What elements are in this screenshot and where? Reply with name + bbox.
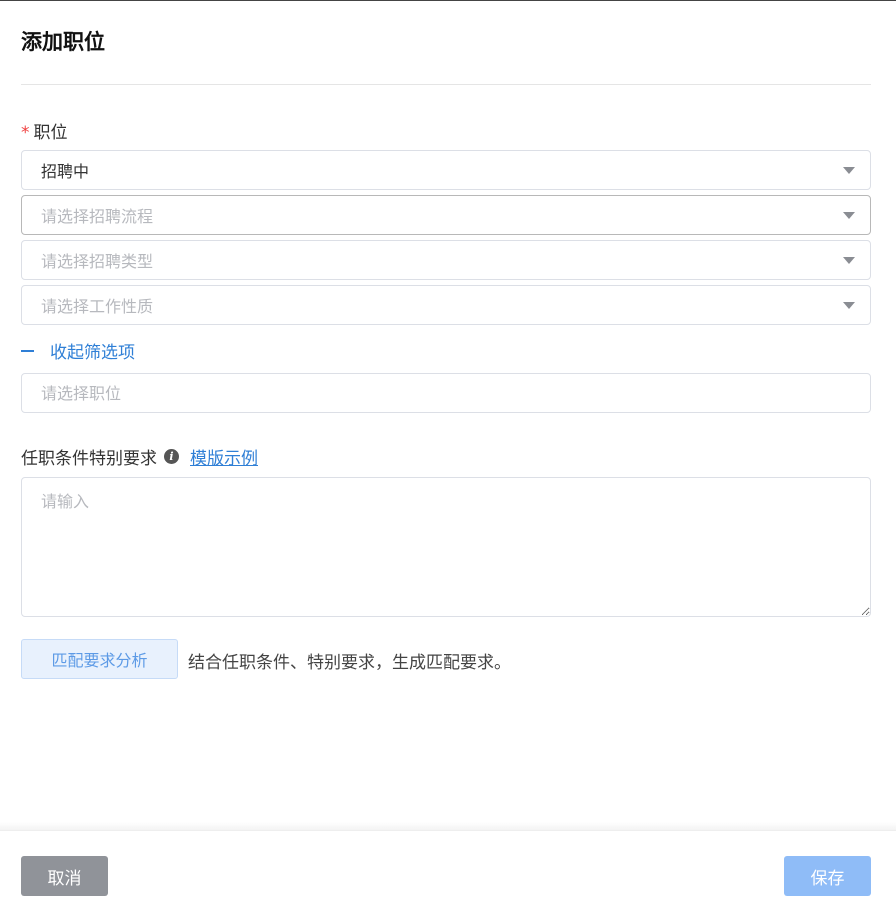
position-label: * 职位	[21, 118, 68, 143]
process-select-placeholder: 请选择招聘流程	[41, 207, 154, 226]
requirements-label: 任职条件特别要求	[21, 449, 157, 469]
caret-down-icon	[843, 167, 855, 174]
nature-select-placeholder: 请选择工作性质	[41, 297, 154, 316]
requirements-label-row: 任职条件特别要求 i 模版示例	[21, 444, 258, 469]
minus-icon	[21, 349, 34, 352]
requirements-textarea[interactable]	[21, 477, 871, 617]
process-select[interactable]: 请选择招聘流程	[21, 195, 871, 235]
position-label-text: 职位	[33, 123, 68, 143]
dialog-footer	[0, 830, 896, 922]
collapse-filters-toggle[interactable]: 收起筛选项	[21, 338, 135, 363]
status-select-value: 招聘中	[41, 162, 90, 181]
nature-select[interactable]: 请选择工作性质	[21, 285, 871, 325]
type-select-placeholder: 请选择招聘类型	[41, 252, 154, 271]
collapse-filters-label: 收起筛选项	[50, 343, 135, 363]
required-mark: *	[21, 123, 30, 143]
info-icon[interactable]: i	[164, 449, 179, 464]
cancel-button[interactable]: 取消	[21, 856, 108, 896]
template-example-link[interactable]: 模版示例	[190, 444, 258, 469]
save-button[interactable]: 保存	[784, 856, 871, 896]
caret-down-icon	[843, 257, 855, 264]
top-border	[0, 0, 896, 1]
type-select[interactable]: 请选择招聘类型	[21, 240, 871, 280]
dialog-title: 添加职位	[21, 30, 105, 54]
caret-down-icon	[843, 302, 855, 309]
match-analysis-button[interactable]: 匹配要求分析	[21, 639, 178, 679]
caret-down-icon	[843, 212, 855, 219]
match-description: 结合任职条件、特别要求，生成匹配要求。	[188, 653, 511, 673]
title-divider	[21, 84, 871, 85]
status-select[interactable]: 招聘中	[21, 150, 871, 190]
position-input[interactable]	[21, 373, 871, 413]
